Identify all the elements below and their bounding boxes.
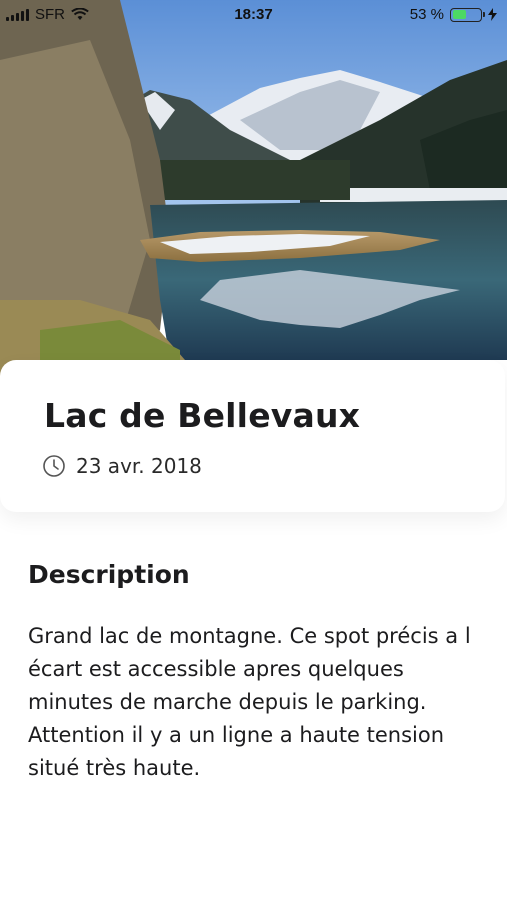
- description-heading: Description: [28, 560, 190, 589]
- spot-info-card: Lac de Bellevaux 23 avr. 2018: [0, 360, 505, 512]
- spot-title: Lac de Bellevaux: [44, 396, 361, 435]
- battery-level-fill: [452, 10, 467, 19]
- hero-photo: [0, 0, 507, 380]
- status-right: 53 %: [410, 6, 497, 23]
- spot-date: 23 avr. 2018: [76, 454, 202, 478]
- landscape-photo-icon: [0, 0, 507, 380]
- date-row: 23 avr. 2018: [42, 454, 202, 478]
- description-text: Grand lac de montagne. Ce spot précis a …: [28, 624, 471, 780]
- battery-icon: [450, 7, 485, 22]
- battery-percent: 53 %: [409, 6, 444, 23]
- clock-icon: [42, 454, 66, 478]
- status-bar: SFR 18:37 53 %: [0, 0, 507, 32]
- charging-bolt-icon: [488, 8, 497, 21]
